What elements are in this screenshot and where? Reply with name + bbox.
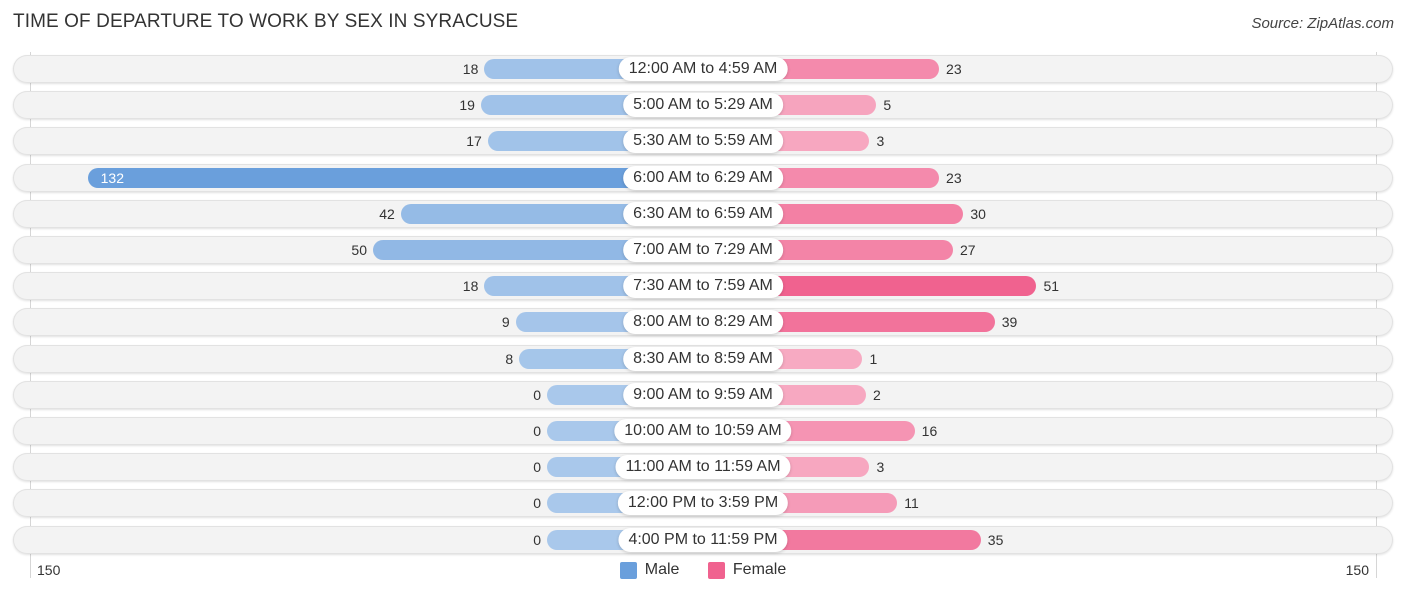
value-label-female: 1: [869, 350, 878, 367]
value-label-male: 0: [533, 386, 541, 403]
category-label: 10:00 AM to 10:59 AM: [614, 419, 792, 443]
category-label: 7:00 AM to 7:29 AM: [623, 238, 783, 262]
category-label: 6:00 AM to 6:29 AM: [623, 165, 783, 190]
legend-swatch-female: [707, 561, 725, 579]
value-label-male: 17: [466, 133, 482, 150]
value-label-male: 50: [351, 242, 367, 258]
legend-label-male: Male: [644, 561, 680, 578]
value-label-female: 23: [946, 169, 962, 186]
category-label: 12:00 AM to 4:59 AM: [618, 57, 788, 81]
value-label-female: 51: [1043, 278, 1060, 295]
category-label: 4:00 PM to 11:59 PM: [618, 527, 788, 552]
legend-swatch-male: [619, 561, 637, 579]
value-label-female: 3: [876, 459, 885, 476]
value-label-male: 132: [100, 169, 124, 186]
legend-item-male[interactable]: Male: [619, 561, 680, 579]
value-label-female: 3: [876, 133, 885, 150]
legend: Male Female: [0, 561, 1406, 584]
category-label: 5:00 AM to 5:29 AM: [623, 93, 783, 118]
category-label: 12:00 PM to 3:59 PM: [617, 491, 789, 516]
legend-label-female: Female: [732, 561, 787, 578]
value-label-male: 18: [462, 61, 479, 77]
category-label: 5:30 AM to 5:59 AM: [623, 129, 783, 154]
value-label-male: 0: [533, 459, 541, 476]
chart-title: TIME OF DEPARTURE TO WORK BY SEX IN SYRA…: [13, 11, 519, 32]
value-label-male: 42: [379, 205, 395, 222]
value-label-male: 18: [462, 278, 479, 295]
category-label: 7:30 AM to 7:59 AM: [623, 274, 783, 299]
value-label-female: 16: [921, 423, 938, 439]
value-label-female: 23: [946, 61, 962, 77]
category-label: 11:00 AM to 11:59 AM: [615, 455, 791, 480]
value-label-female: 27: [959, 242, 976, 258]
value-label-female: 11: [904, 495, 919, 512]
source-label: Source: ZipAtlas.com: [1251, 15, 1394, 32]
value-label-male: 19: [459, 97, 475, 114]
value-label-male: 0: [533, 423, 541, 439]
category-label: 8:00 AM to 8:29 AM: [623, 310, 783, 335]
category-label: 8:30 AM to 8:59 AM: [623, 346, 783, 371]
category-label: 9:00 AM to 9:59 AM: [623, 382, 783, 407]
legend-item-female[interactable]: Female: [707, 561, 787, 579]
value-label-female: 35: [987, 531, 1004, 548]
bar-male[interactable]: [87, 167, 703, 188]
value-label-female: 2: [872, 386, 881, 403]
category-label: 6:30 AM to 6:59 AM: [623, 201, 783, 226]
value-label-male: 9: [501, 314, 510, 331]
value-label-female: 30: [970, 205, 986, 222]
value-label-male: 0: [533, 531, 541, 548]
value-label-female: 5: [883, 97, 892, 114]
value-label-female: 39: [1001, 314, 1018, 331]
value-label-male: 8: [505, 350, 514, 367]
value-label-male: 0: [533, 495, 541, 512]
